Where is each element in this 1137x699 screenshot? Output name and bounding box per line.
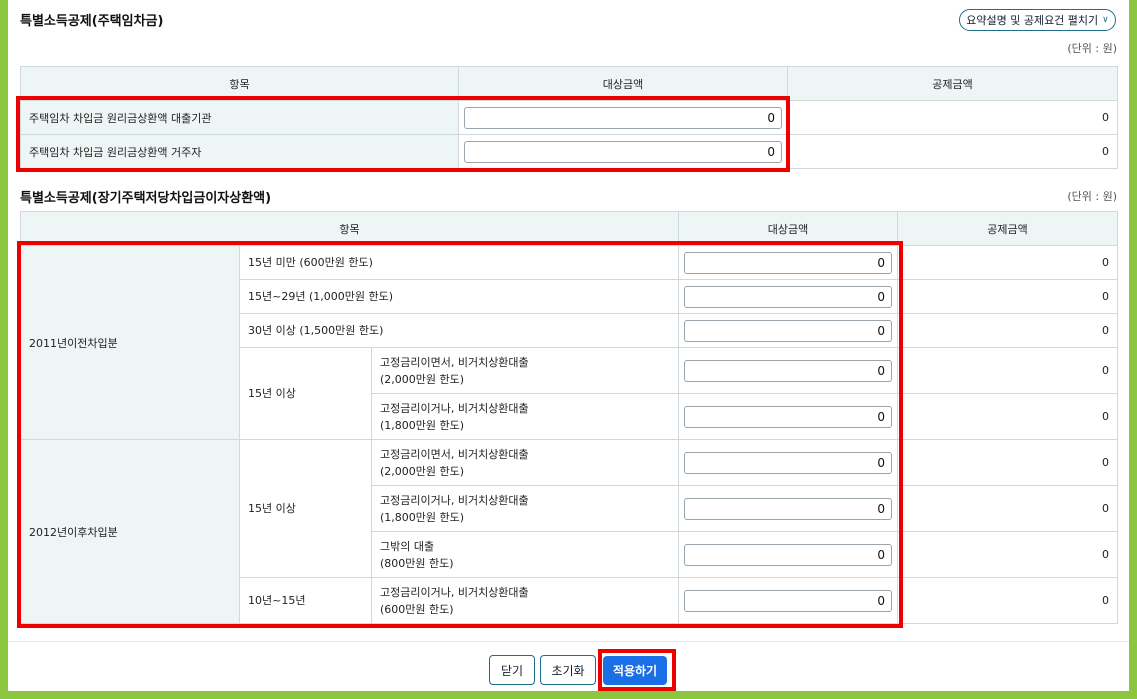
row-label-line2: (1,800만원 한도) [380,510,465,524]
section1-unit: (단위 : 원) [1067,42,1117,55]
deduction-value: 0 [897,347,1119,394]
deduction-value: 0 [897,577,1119,624]
section2-unit: (단위 : 원) [1067,190,1117,203]
row-label-line1: 고정금리이거나, 비거치상환대출 [380,401,529,415]
deduction-value: 0 [897,313,1119,348]
table-row: 주택임차 차입금 원리금상환액 거주자 0 [20,134,1118,169]
deduction-value: 0 [897,245,1119,280]
col-header-deduction: 공제금액 [897,211,1119,246]
deduction-value: 0 [897,531,1119,578]
row-label-line1: 고정금리이면서, 비거치상환대출 [380,447,529,461]
row-label-line2: (2,000만원 한도) [380,372,465,386]
table-row: 주택임차 차입금 원리금상환액 대출기관 0 [20,100,1118,135]
deduction-value: 0 [897,439,1119,486]
deduction-value: 0 [897,393,1119,440]
col-header-amount: 대상금액 [678,211,899,246]
reset-button[interactable]: 초기화 [540,655,596,685]
row-label-line1: 고정금리이면서, 비거치상환대출 [380,355,529,369]
deduction-value: 0 [787,100,1118,135]
amount-input[interactable] [684,405,893,428]
term-label: 15년 이상 [239,439,372,578]
deduction-value: 0 [897,485,1119,532]
amount-input[interactable] [684,589,893,612]
col-header-item: 항목 [20,66,459,101]
col-header-item: 항목 [19,211,680,246]
row-label-line1: 그밖의 대출 [380,539,435,553]
term-label: 15년 이상 [239,347,372,440]
table-row: 2011년이전차입분 15년 미만 (600만원 한도) 0 [20,245,1119,440]
row-label: 주택임차 차입금 원리금상환액 대출기관 [20,100,459,135]
amount-input[interactable] [684,543,893,566]
amount-input[interactable] [684,451,893,474]
col-header-amount: 대상금액 [458,66,788,101]
expand-summary-button[interactable]: 요약설명 및 공제요건 펼치기 ∨ [959,9,1116,31]
amount-input[interactable] [684,319,893,342]
row-label-line2: (2,000만원 한도) [380,464,465,478]
footer-divider [8,641,1129,642]
row-label: 30년 이상 (1,500만원 한도) [238,313,680,348]
group-2012-label: 2012년이후차입분 [20,439,240,624]
mortgage-interest-table: 항목 대상금액 공제금액 2011년이전차입분 15년 미만 (600만원 한도… [19,211,1119,624]
amount-input[interactable] [684,359,893,382]
row-label: 15년~29년 (1,000만원 한도) [238,279,680,314]
housing-rent-table: 항목 대상금액 공제금액 주택임차 차입금 원리금상환액 대출기관 0 주택임차… [20,66,1118,169]
amount-input[interactable] [684,285,893,308]
deduction-panel: 특별소득공제(주택임차금) 요약설명 및 공제요건 펼치기 ∨ (단위 : 원)… [8,0,1129,691]
col-header-deduction: 공제금액 [787,66,1118,101]
expand-summary-label: 요약설명 및 공제요건 펼치기 [966,14,1099,27]
row-label-line2: (1,800만원 한도) [380,418,465,432]
close-button[interactable]: 닫기 [489,655,535,685]
apply-button[interactable]: 적용하기 [603,656,667,685]
amount-input[interactable] [464,106,782,129]
table-row: 2012년이후차입분 15년 이상 고정금리이면서, 비거치상환대출 (2,000… [20,439,1119,624]
row-label-line2: (800만원 한도) [380,556,454,570]
row-label: 15년 미만 (600만원 한도) [238,245,680,280]
amount-input[interactable] [684,497,893,520]
row-label-line1: 고정금리이거나, 비거치상환대출 [380,585,529,599]
row-label-line1: 고정금리이거나, 비거치상환대출 [380,493,529,507]
section2-title: 특별소득공제(장기주택저당차입금이자상환액) [20,191,272,206]
deduction-value: 0 [897,279,1119,314]
term-label: 10년~15년 [239,577,372,624]
amount-input[interactable] [464,140,782,163]
row-label: 주택임차 차입금 원리금상환액 거주자 [20,134,459,169]
amount-input[interactable] [684,251,893,274]
section1-title: 특별소득공제(주택임차금) [20,14,164,29]
group-2011-label: 2011년이전차입분 [20,245,240,440]
chevron-down-icon: ∨ [1102,15,1109,25]
deduction-value: 0 [787,134,1118,169]
row-label-line2: (600만원 한도) [380,602,454,616]
